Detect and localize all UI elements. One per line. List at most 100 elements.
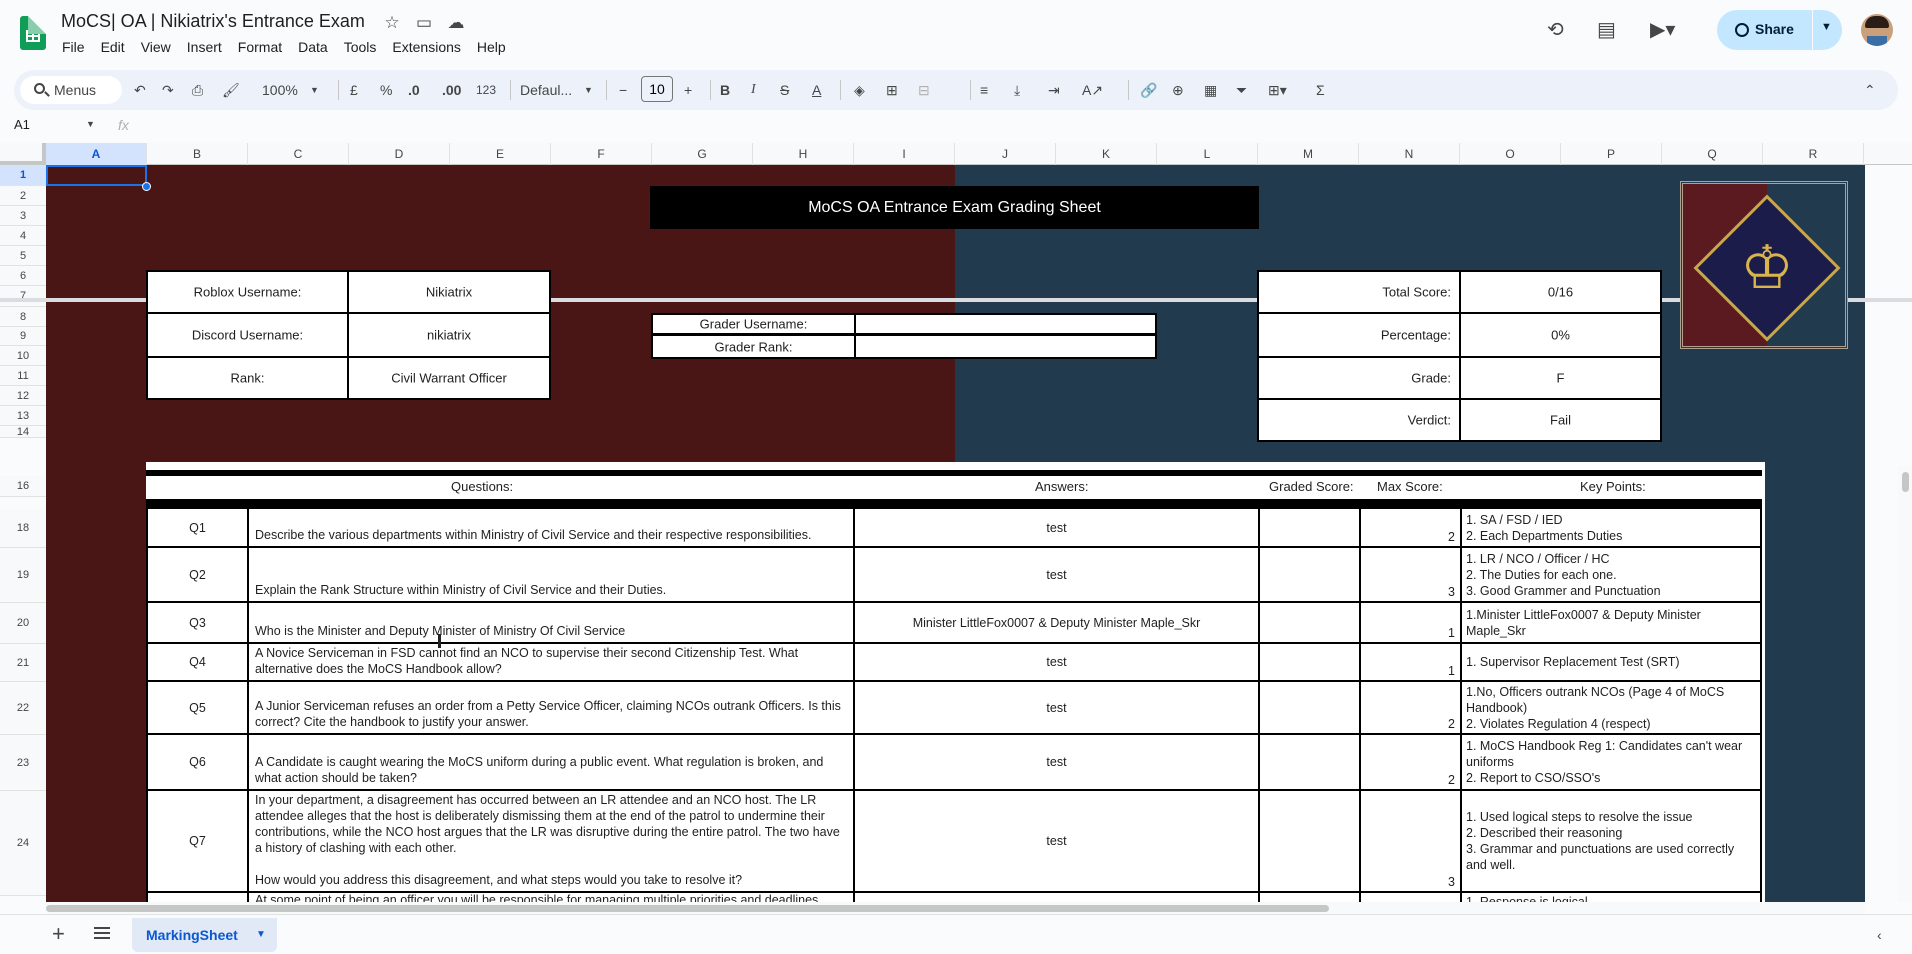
grader-rank-label-cell[interactable]: Grader Rank: (651, 334, 856, 359)
undo-icon[interactable]: ↶ (134, 80, 146, 100)
question-text-cell[interactable]: Who is the Minister and Deputy Minister … (247, 603, 853, 642)
move-folder-icon[interactable]: ▭ (414, 13, 434, 33)
column-header-h[interactable]: H (753, 143, 854, 165)
percentage-value-cell[interactable]: 0% (1459, 312, 1662, 358)
cloud-status-icon[interactable]: ☁ (446, 13, 466, 33)
zoom-select[interactable]: 100% (262, 80, 298, 100)
column-header-g[interactable]: G (652, 143, 753, 165)
menu-data[interactable]: Data (290, 36, 336, 58)
zoom-caret-icon[interactable]: ▼ (310, 80, 319, 100)
key-points-cell[interactable]: 1.No, Officers outrank NCOs (Page 4 of M… (1460, 682, 1762, 733)
row-header-1[interactable]: 1 (0, 165, 46, 186)
row-header-21[interactable]: 21 (0, 644, 46, 682)
total-score-value-cell[interactable]: 0/16 (1459, 270, 1662, 314)
key-points-cell[interactable]: 1. Used logical steps to resolve the iss… (1460, 791, 1762, 891)
answer-text-cell[interactable]: test (853, 682, 1258, 733)
version-history-icon[interactable]: ⟲ (1547, 18, 1564, 42)
row-header-13[interactable]: 13 (0, 406, 46, 426)
column-header-i[interactable]: I (854, 143, 955, 165)
menu-view[interactable]: View (133, 36, 179, 58)
column-header-d[interactable]: D (349, 143, 450, 165)
column-header-b[interactable]: B (147, 143, 248, 165)
sheet-tab-caret-icon[interactable]: ▼ (256, 929, 266, 940)
horizontal-scroll-thumb[interactable] (46, 905, 1329, 912)
roblox-value-cell[interactable]: Nikiatrix (347, 270, 551, 314)
row-header-19[interactable]: 19 (0, 548, 46, 603)
menu-insert[interactable]: Insert (179, 36, 230, 58)
row-header-14[interactable]: 14 (0, 426, 46, 438)
row-header-4[interactable]: 4 (0, 226, 46, 246)
key-points-cell[interactable]: 1. SA / FSD / IED 2. Each Departments Du… (1460, 509, 1762, 546)
key-points-cell[interactable]: 1. LR / NCO / Officer / HC 2. The Duties… (1460, 548, 1762, 601)
question-text-cell[interactable]: Describe the various departments within … (247, 509, 853, 546)
avatar[interactable] (1861, 14, 1893, 46)
total-score-label-cell[interactable]: Total Score: (1257, 270, 1461, 314)
vertical-scrollbar[interactable] (1898, 466, 1912, 902)
question-number-cell[interactable]: Q4 (146, 644, 247, 680)
column-header-j[interactable]: J (955, 143, 1056, 165)
graded-score-cell[interactable] (1258, 644, 1359, 680)
strikethrough-icon[interactable]: S (780, 80, 789, 100)
question-number-cell[interactable]: Q3 (146, 603, 247, 642)
mocs-emblem-image[interactable]: ♔ (1680, 181, 1848, 349)
insert-link-icon[interactable]: 🔗 (1140, 80, 1157, 100)
all-sheets-icon[interactable] (94, 927, 110, 939)
max-score-cell[interactable]: 2 (1359, 682, 1460, 733)
sheets-logo-icon[interactable] (20, 16, 46, 50)
vertical-align-icon[interactable]: ⤓ (1014, 80, 1020, 100)
functions-icon[interactable]: Σ (1316, 80, 1325, 100)
fill-handle[interactable] (142, 182, 151, 191)
column-header-e[interactable]: E (450, 143, 551, 165)
question-text-cell[interactable]: A Novice Serviceman in FSD cannot find a… (247, 644, 853, 680)
row-header-8[interactable]: 8 (0, 307, 46, 327)
column-header-k[interactable]: K (1056, 143, 1157, 165)
meet-icon[interactable]: ▶▾ (1650, 18, 1675, 42)
discord-label-cell[interactable]: Discord Username: (146, 312, 349, 358)
collapse-toolbar-icon[interactable]: ⌃ (1864, 80, 1876, 100)
row-header-16[interactable]: 16 (0, 476, 46, 497)
question-number-cell[interactable]: Q2 (146, 548, 247, 601)
discord-value-cell[interactable]: nikiatrix (347, 312, 551, 358)
graded-score-cell[interactable] (1258, 682, 1359, 733)
grader-rank-value-cell[interactable] (854, 334, 1157, 359)
vertical-scroll-thumb[interactable] (1902, 472, 1909, 492)
question-number-cell[interactable]: Q1 (146, 509, 247, 546)
add-sheet-icon[interactable]: + (52, 923, 65, 945)
more-formats-button[interactable]: 123 (476, 80, 496, 100)
rank-label-cell[interactable]: Rank: (146, 356, 349, 400)
question-text-cell[interactable]: A Junior Serviceman refuses an order fro… (247, 682, 853, 733)
column-header-c[interactable]: C (248, 143, 349, 165)
row-header-2[interactable]: 2 (0, 186, 46, 206)
percentage-label-cell[interactable]: Percentage: (1257, 312, 1461, 358)
name-box[interactable]: A1 (14, 117, 30, 132)
key-points-cell[interactable]: 1. Supervisor Replacement Test (SRT) (1460, 644, 1762, 680)
currency-format-button[interactable]: £ (350, 80, 358, 100)
answer-text-cell[interactable]: test (853, 791, 1258, 891)
column-header-m[interactable]: M (1258, 143, 1359, 165)
answer-text-cell[interactable]: test (853, 548, 1258, 601)
key-points-cell[interactable]: 1. MoCS Handbook Reg 1: Candidates can't… (1460, 735, 1762, 789)
column-header-o[interactable]: O (1460, 143, 1561, 165)
name-box-caret-icon[interactable]: ▼ (86, 119, 95, 129)
row-header-11[interactable]: 11 (0, 366, 46, 386)
increase-decimal-button[interactable]: .00 (442, 80, 461, 100)
fill-color-icon[interactable]: ◈ (854, 80, 865, 100)
grade-value-cell[interactable]: F (1459, 356, 1662, 400)
decrease-decimal-button[interactable]: .0 (408, 80, 420, 100)
table-icon[interactable]: ⊞▾ (1268, 80, 1287, 100)
menu-format[interactable]: Format (230, 36, 290, 58)
row-header-23[interactable]: 23 (0, 735, 46, 791)
row-header-3[interactable]: 3 (0, 206, 46, 226)
sheet-tab-markingsheet[interactable]: MarkingSheet ▼ (132, 918, 277, 952)
graded-score-cell[interactable] (1258, 603, 1359, 642)
merge-cells-icon[interactable]: ⊟ (918, 80, 930, 100)
graded-score-cell[interactable] (1258, 791, 1359, 891)
question-number-cell[interactable]: Q6 (146, 735, 247, 789)
selected-cell-a1[interactable] (46, 165, 147, 186)
bold-button[interactable]: B (720, 80, 730, 100)
question-text-cell[interactable]: Explain the Rank Structure within Minist… (247, 548, 853, 601)
row-header-12[interactable]: 12 (0, 386, 46, 406)
roblox-label-cell[interactable]: Roblox Username: (146, 270, 349, 314)
max-score-cell[interactable]: 2 (1359, 509, 1460, 546)
column-header-n[interactable]: N (1359, 143, 1460, 165)
